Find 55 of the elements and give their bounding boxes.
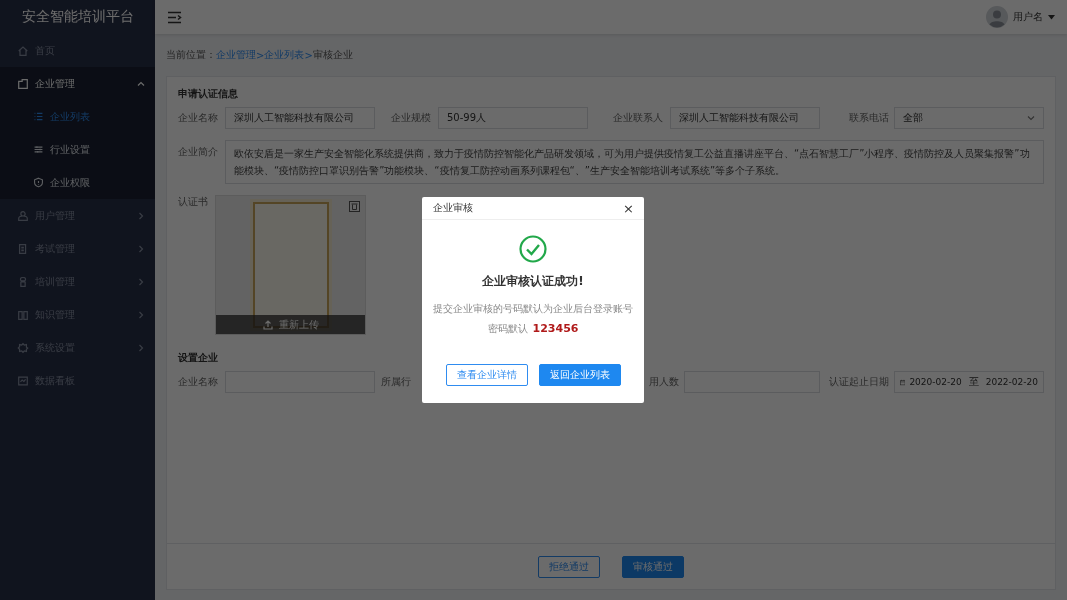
menu-item-icon (17, 242, 29, 255)
avatar-icon[interactable] (986, 6, 1008, 28)
menu-item-icon (17, 44, 29, 57)
approve-button[interactable]: 审核通过 (622, 555, 684, 578)
menu-item-icon (17, 275, 29, 288)
text-field[interactable]: 深圳人工智能科技有限公司 (225, 107, 375, 129)
submenu-icon (33, 177, 44, 188)
calendar-icon (900, 377, 906, 387)
menu-item-icon (17, 341, 29, 354)
sidebar-group[interactable]: 企业管理 (0, 67, 155, 100)
section-title: 设置企业 (178, 351, 219, 365)
sidebar-subitem[interactable]: 企业权限 (0, 166, 155, 199)
breadcrumb-link[interactable]: 企业列表 (264, 48, 305, 62)
user-name[interactable]: 用户名 (1013, 10, 1043, 24)
menu-item-icon (17, 308, 29, 321)
text-field[interactable]: 50-99人 (438, 107, 588, 129)
submenu-icon (33, 144, 44, 155)
close-button[interactable]: × (619, 200, 638, 216)
back-to-list-button[interactable]: 返回企业列表 (538, 364, 621, 386)
sidebar-subitem[interactable]: 行业设置 (0, 133, 155, 166)
chevron-right-icon (137, 211, 145, 220)
view-details-button[interactable]: 查看企业详情 (445, 364, 528, 386)
field-label: 企业名称 (178, 111, 218, 125)
text-field[interactable]: 深圳人工智能科技有限公司 (670, 107, 820, 129)
breadcrumb-separator: > (256, 49, 265, 61)
date-range-field[interactable]: 2020-02-20 至 2022-02-20 (894, 371, 1044, 393)
sidebar-subitem[interactable]: 企业列表 (0, 100, 155, 133)
success-check-icon (519, 235, 547, 263)
chevron-up-icon (137, 79, 145, 88)
breadcrumb-separator: > (304, 49, 313, 61)
success-heading: 企业审核认证成功! (482, 273, 584, 290)
menu-icon[interactable] (167, 10, 182, 24)
field-label: 企业名称 (178, 375, 218, 389)
field-label: 联系电话 (849, 111, 889, 125)
select-field[interactable]: 全部 (894, 107, 1044, 129)
app-title: 安全智能培训平台 (20, 7, 135, 26)
chevron-right-icon (137, 277, 145, 286)
reject-button[interactable]: 拒绝通过 (538, 555, 600, 578)
chevron-right-icon (137, 310, 145, 319)
menu-item-icon (17, 209, 29, 222)
chevron-right-icon (137, 244, 145, 253)
section-title: 申请认证信息 (178, 87, 239, 101)
menu-item-icon (17, 374, 29, 387)
menu-item-icon (17, 77, 29, 90)
dialog-message: 提交企业审核的号码默认为企业后台登录账号 (433, 302, 633, 316)
default-password: 123456 (532, 322, 579, 335)
caret-down-icon[interactable] (1048, 14, 1055, 20)
chevron-down-icon (1027, 115, 1035, 121)
chevron-right-icon (137, 343, 145, 352)
breadcrumb-link[interactable]: 企业管理 (216, 48, 256, 62)
password-label: 密码默认 (487, 322, 528, 336)
upload-icon (262, 319, 273, 330)
trash-icon[interactable] (349, 201, 360, 212)
field-label: 企业规模 (391, 111, 431, 125)
dialog-title: 企业审核 (433, 201, 473, 215)
